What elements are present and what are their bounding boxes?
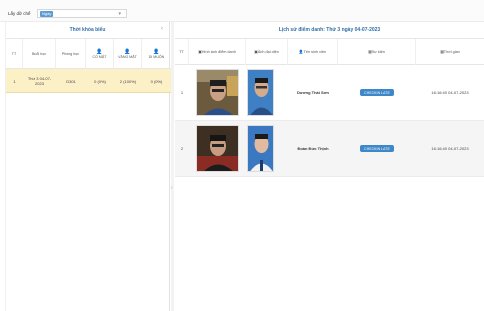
col-present: 👤 CÓ MẶT — [86, 39, 114, 69]
row-session: Thứ 3 04-07-2023 — [27, 76, 52, 86]
attendance-title: Lịch sử điểm danh: Thứ 3 ngày 04-07-2023 — [278, 27, 381, 33]
col-event-label: Sự kiện — [371, 49, 385, 54]
checkin-photo[interactable] — [196, 69, 239, 116]
row-absent: 2 (100%) — [119, 78, 137, 84]
col-room-label: Phòng học — [61, 52, 80, 56]
checkin-late-badge: CHECKIN LATE — [360, 145, 394, 152]
table-row[interactable]: 1 Thứ 3 04-07-2023 D301 0 (0%) 2 (100%) … — [6, 69, 171, 93]
filter-bar: Lấy dữ chế Ngày ▾ — [0, 0, 484, 22]
col-present-label: CÓ MẶT — [92, 55, 107, 59]
chevron-down-icon[interactable]: ▾ — [118, 10, 121, 18]
col-checkin-image-label: Hình ảnh điểm danh — [201, 49, 236, 54]
student-name: Dương Thái Sơn — [297, 90, 329, 95]
table-row[interactable]: 1 Dương Thái Sơn CHECKIN LATE 16:16:40 0… — [175, 65, 484, 121]
attendance-panel-header: Lịch sử điểm danh: Thứ 3 ngày 04-07-2023 — [175, 22, 484, 39]
table-row[interactable]: 2 Đoàn Đức Thịnh CHECKIN LATE 16:16:40 0… — [175, 121, 484, 177]
col-student-name: 👤 Tên sinh viên — [288, 39, 338, 65]
col-avatar-label: Ảnh đại diện — [257, 49, 279, 54]
col-absent-label: VẮNG MẶT — [118, 55, 137, 59]
col-room: Phòng học — [56, 39, 86, 69]
avatar-photo[interactable] — [247, 125, 274, 172]
event-cell: CHECKIN LATE — [338, 121, 416, 176]
col-time: ▦ Thời gian — [416, 39, 484, 65]
avatar-photo[interactable] — [247, 69, 274, 116]
row-tt: 1 — [13, 78, 16, 84]
col-event: ▦ Sự kiện — [338, 39, 416, 65]
time-cell: 16:16:40 04-07-2023 — [431, 90, 469, 95]
filter-selected-chip[interactable]: Ngày — [40, 11, 54, 17]
col-absent: 👤 VẮNG MẶT — [114, 39, 142, 69]
timetable-header-row: TT Buổi học Phòng học 👤 CÓ MẶT 👤 VẮNG MẶ… — [6, 39, 171, 69]
col-late-label: DI MUỘN — [148, 55, 165, 59]
student-name: Đoàn Đức Thịnh — [297, 146, 329, 151]
col-avatar: ▣ Ảnh đại diện — [246, 39, 288, 65]
timetable-panel-header: Thời khóa biểu ‹ — [6, 22, 169, 39]
col-tt-label: TT — [11, 52, 17, 56]
col-tt: TT — [175, 39, 189, 65]
timetable-panel: Thời khóa biểu ‹ TT Buổi học Phòng học 👤… — [5, 22, 171, 311]
grip-icon[interactable]: ‹ — [171, 185, 173, 191]
row-room: D301 — [66, 78, 76, 84]
filter-label: Lấy dữ chế — [8, 11, 31, 16]
attendance-header-row: TT ▣ Hình ảnh điểm danh ▣ Ảnh đại diện 👤… — [175, 39, 484, 65]
col-session: Buổi học — [23, 39, 56, 69]
col-checkin-image: ▣ Hình ảnh điểm danh — [189, 39, 246, 65]
filter-select[interactable]: Ngày ▾ — [37, 9, 127, 18]
col-time-label: Thời gian — [443, 49, 460, 54]
col-student-name-label: Tên sinh viên — [303, 49, 327, 54]
row-tt: 1 — [180, 90, 184, 95]
attendance-panel: Lịch sử điểm danh: Thứ 3 ngày 04-07-2023… — [175, 22, 484, 311]
time-cell: 16:16:40 04-07-2023 — [431, 146, 469, 151]
col-tt-label: TT — [179, 49, 184, 54]
row-present: 0 (0%) — [94, 78, 106, 84]
timetable-title: Thời khóa biểu — [69, 27, 106, 33]
row-late: 0 (0%) — [150, 78, 163, 84]
panel-splitter[interactable]: ‹ — [171, 22, 174, 311]
checkin-photo[interactable] — [196, 125, 239, 172]
checkin-late-badge: CHECKIN LATE — [360, 89, 394, 96]
row-tt: 2 — [180, 146, 184, 151]
col-tt: TT — [6, 39, 23, 69]
event-cell: CHECKIN LATE — [338, 65, 416, 120]
collapse-icon[interactable]: ‹ — [161, 26, 163, 32]
col-late: 👤 DI MUỘN — [142, 39, 171, 69]
col-session-label: Buổi học — [32, 52, 46, 56]
